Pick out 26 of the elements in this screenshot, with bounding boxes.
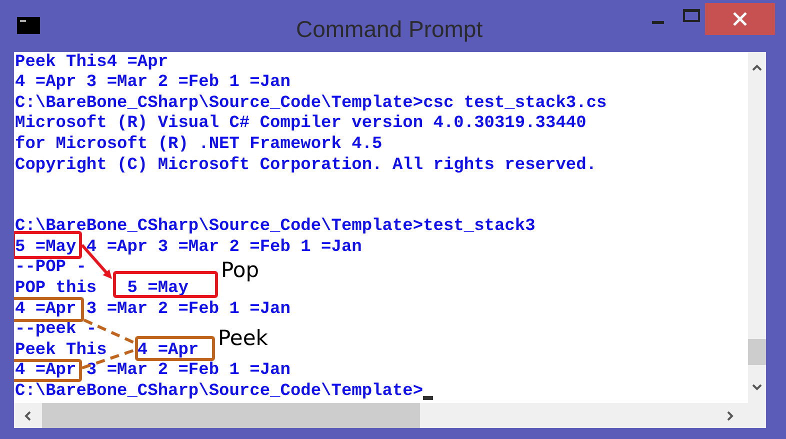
- console-line: --peek -: [15, 319, 97, 342]
- console-app-icon: [17, 17, 40, 34]
- console-line: --POP -: [15, 257, 86, 280]
- console-line: C:\BareBone_CSharp\Source_Code\Template>: [15, 381, 424, 403]
- annotation-label: Peek: [218, 328, 268, 349]
- console-line: 4 =Apr 3 =Mar 2 =Feb 1 =Jan: [15, 72, 290, 94]
- scroll-down-icon[interactable]: [752, 384, 762, 391]
- scroll-left-icon[interactable]: [24, 410, 31, 420]
- scroll-right-icon[interactable]: [727, 410, 734, 420]
- window-title: Command Prompt: [296, 15, 483, 44]
- console-line: 5 =May 4 =Apr 3 =Mar 2 =Feb 1 =Jan: [15, 236, 362, 259]
- console-line: 4 =Apr 3 =Mar 2 =Feb 1 =Jan: [15, 298, 290, 321]
- console-line: Microsoft (R) Visual C# Compiler version 4.0.30319.33440: [15, 113, 586, 135]
- scroll-up-icon[interactable]: [752, 64, 762, 71]
- console-line: POP this 5 =May: [15, 278, 188, 300]
- close-button[interactable]: [705, 3, 775, 35]
- console-line: Copyright (C) Microsoft Corporation. All rights reserved.: [15, 154, 596, 177]
- console-line: for Microsoft (R) .NET Framework 4.5: [15, 134, 382, 156]
- console-line: Peek This 4 =Apr: [15, 340, 199, 362]
- scroll-thumb[interactable]: [42, 403, 420, 428]
- console-line: Peek This4 =Apr: [15, 52, 168, 74]
- close-icon: [733, 12, 747, 26]
- console-line: C:\BareBone_CSharp\Source_Code\Template>csc test_stack3.cs: [15, 92, 607, 114]
- scroll-thumb[interactable]: [748, 339, 766, 365]
- console-line: C:\BareBone_CSharp\Source_Code\Template>test_stack3: [15, 216, 536, 238]
- annotation-label: Pop: [221, 260, 260, 281]
